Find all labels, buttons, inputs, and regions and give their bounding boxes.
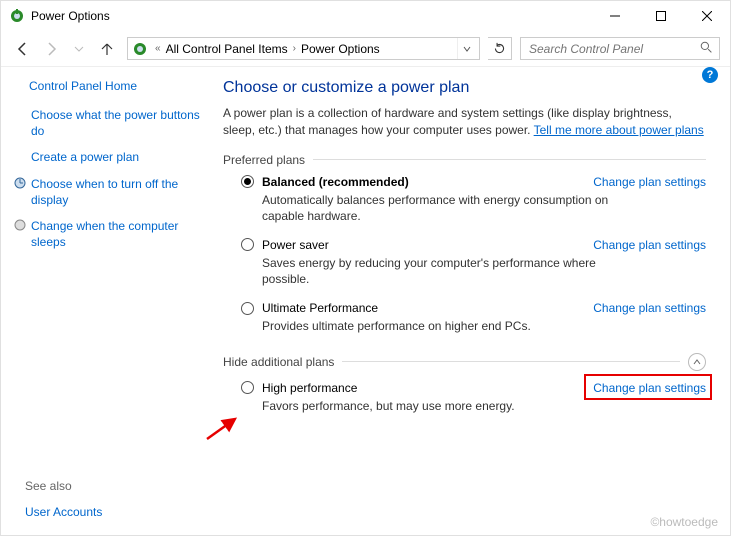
radio-balanced[interactable] (241, 175, 254, 188)
blank-icon (13, 149, 27, 163)
search-box[interactable] (520, 37, 720, 60)
watermark: ©howtoedge (650, 515, 718, 529)
plan-name: High performance (262, 381, 357, 395)
radio-ultimate[interactable] (241, 302, 254, 315)
sidebar-item-label[interactable]: Change when the computer sleeps (31, 218, 201, 250)
control-panel-home-link[interactable]: Control Panel Home (29, 79, 201, 93)
plan-high-performance: High performance Change plan settings Fa… (241, 381, 706, 414)
close-button[interactable] (684, 1, 730, 31)
search-input[interactable] (527, 41, 700, 57)
plan-power-saver: Power saver Change plan settings Saves e… (241, 238, 706, 287)
change-plan-settings-link[interactable]: Change plan settings (593, 238, 706, 252)
navbar: « All Control Panel Items › Power Option… (1, 31, 730, 67)
sidebar-item-label[interactable]: Choose what the power buttons do (31, 107, 201, 139)
up-button[interactable] (95, 37, 119, 61)
moon-icon (13, 218, 27, 232)
footer: See also User Accounts (25, 479, 102, 519)
plan-desc: Provides ultimate performance on higher … (262, 318, 612, 334)
help-icon[interactable]: ? (702, 67, 718, 83)
blank-icon (13, 107, 27, 121)
change-plan-settings-link[interactable]: Change plan settings (593, 301, 706, 315)
power-options-icon (9, 8, 25, 24)
hide-additional-row: Hide additional plans (223, 353, 706, 371)
collapse-button[interactable] (688, 353, 706, 371)
plan-ultimate: Ultimate Performance Change plan setting… (241, 301, 706, 334)
window-title: Power Options (31, 9, 592, 23)
forward-button[interactable] (39, 37, 63, 61)
shield-icon (13, 176, 27, 190)
plan-name: Power saver (262, 238, 329, 252)
sidebar-item-create-plan[interactable]: Create a power plan (13, 149, 201, 165)
page-heading: Choose or customize a power plan (223, 79, 706, 97)
intro-link[interactable]: Tell me more about power plans (534, 123, 704, 137)
content-pane: ? Choose or customize a power plan A pow… (211, 67, 730, 535)
sidebar-item-display-off[interactable]: Choose when to turn off the display (13, 176, 201, 208)
plan-name: Ultimate Performance (262, 301, 378, 315)
minimize-button[interactable] (592, 1, 638, 31)
plan-balanced: Balanced (recommended) Change plan setti… (241, 175, 706, 224)
preferred-plans-label: Preferred plans (223, 153, 706, 167)
see-also-label: See also (25, 479, 102, 493)
recent-dropdown[interactable] (67, 37, 91, 61)
breadcrumb-item[interactable]: Power Options (299, 42, 382, 56)
radio-power-saver[interactable] (241, 238, 254, 251)
breadcrumb-item[interactable]: All Control Panel Items (164, 42, 290, 56)
plan-desc: Favors performance, but may use more ene… (262, 398, 612, 414)
address-bar[interactable]: « All Control Panel Items › Power Option… (127, 37, 480, 60)
address-dropdown[interactable] (457, 38, 475, 59)
plan-name: Balanced (recommended) (262, 175, 409, 189)
chevron-right-icon[interactable]: › (290, 43, 299, 54)
maximize-button[interactable] (638, 1, 684, 31)
sidebar-item-label[interactable]: Choose when to turn off the display (31, 176, 201, 208)
sidebar: Control Panel Home Choose what the power… (1, 67, 211, 535)
sidebar-item-sleeps[interactable]: Change when the computer sleeps (13, 218, 201, 250)
intro-text: A power plan is a collection of hardware… (223, 105, 706, 139)
change-plan-settings-link[interactable]: Change plan settings (593, 381, 706, 395)
sidebar-item-power-buttons[interactable]: Choose what the power buttons do (13, 107, 201, 139)
refresh-button[interactable] (488, 37, 512, 60)
plan-desc: Automatically balances performance with … (262, 192, 612, 224)
power-options-icon (132, 41, 148, 57)
user-accounts-link[interactable]: User Accounts (25, 505, 102, 519)
change-plan-settings-link[interactable]: Change plan settings (593, 175, 706, 189)
hide-additional-label: Hide additional plans (223, 355, 334, 369)
back-button[interactable] (11, 37, 35, 61)
sidebar-item-label[interactable]: Create a power plan (31, 149, 139, 165)
chevron-right-icon[interactable]: « (152, 43, 164, 54)
plan-desc: Saves energy by reducing your computer's… (262, 255, 612, 287)
titlebar: Power Options (1, 1, 730, 31)
search-icon[interactable] (700, 41, 713, 57)
radio-high-performance[interactable] (241, 381, 254, 394)
